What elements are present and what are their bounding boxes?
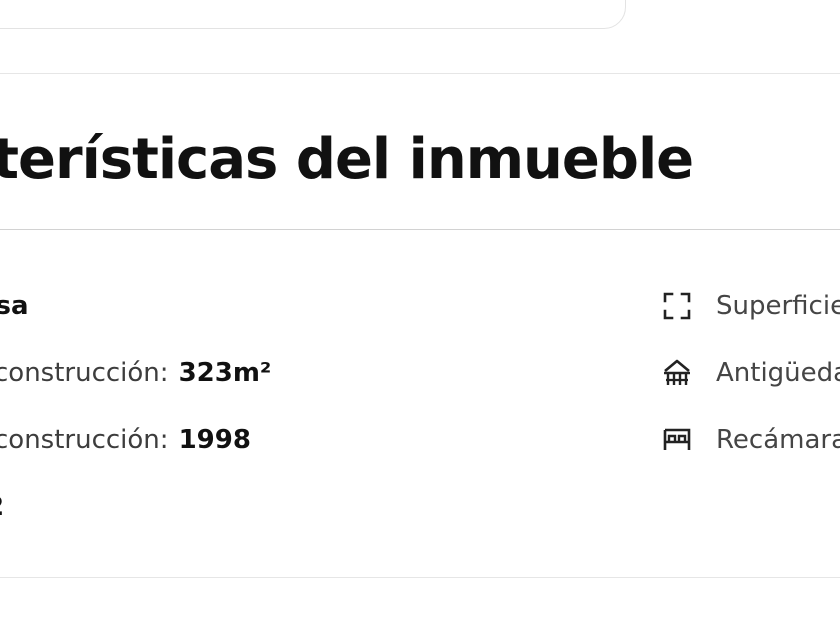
section-title: cterísticas del inmueble: [0, 127, 694, 192]
divider-bottom: [0, 577, 840, 578]
area-frame-icon: [660, 289, 694, 323]
age-label: Antigüeda: [716, 358, 840, 388]
age-item: Antigüeda: [660, 356, 840, 390]
divider: [0, 73, 840, 74]
title-divider: [0, 229, 840, 230]
construction-year-value: 1998: [178, 425, 251, 455]
property-type-row: asa: [0, 289, 29, 323]
bedrooms-label: Recámara: [716, 425, 840, 455]
property-type-value: asa: [0, 291, 29, 321]
construction-area-value: 323m²: [178, 358, 272, 388]
bed-icon: [660, 423, 694, 457]
property-details-page: cterísticas del inmueble asa construcció…: [0, 0, 840, 630]
extra-feature-value: 2: [0, 492, 4, 522]
construction-area-label: construcción:: [0, 358, 169, 388]
construction-year-label: construcción:: [0, 425, 169, 455]
bedrooms-item: Recámara: [660, 423, 840, 457]
construction-area-row: construcción: 323m²: [0, 356, 271, 390]
extra-feature-row: 2: [0, 490, 4, 524]
top-card: [0, 0, 626, 29]
construction-year-row: construcción: 1998: [0, 423, 251, 457]
surface-label: Superficie: [716, 291, 840, 321]
house-age-icon: [660, 356, 694, 390]
surface-item: Superficie: [660, 289, 840, 323]
